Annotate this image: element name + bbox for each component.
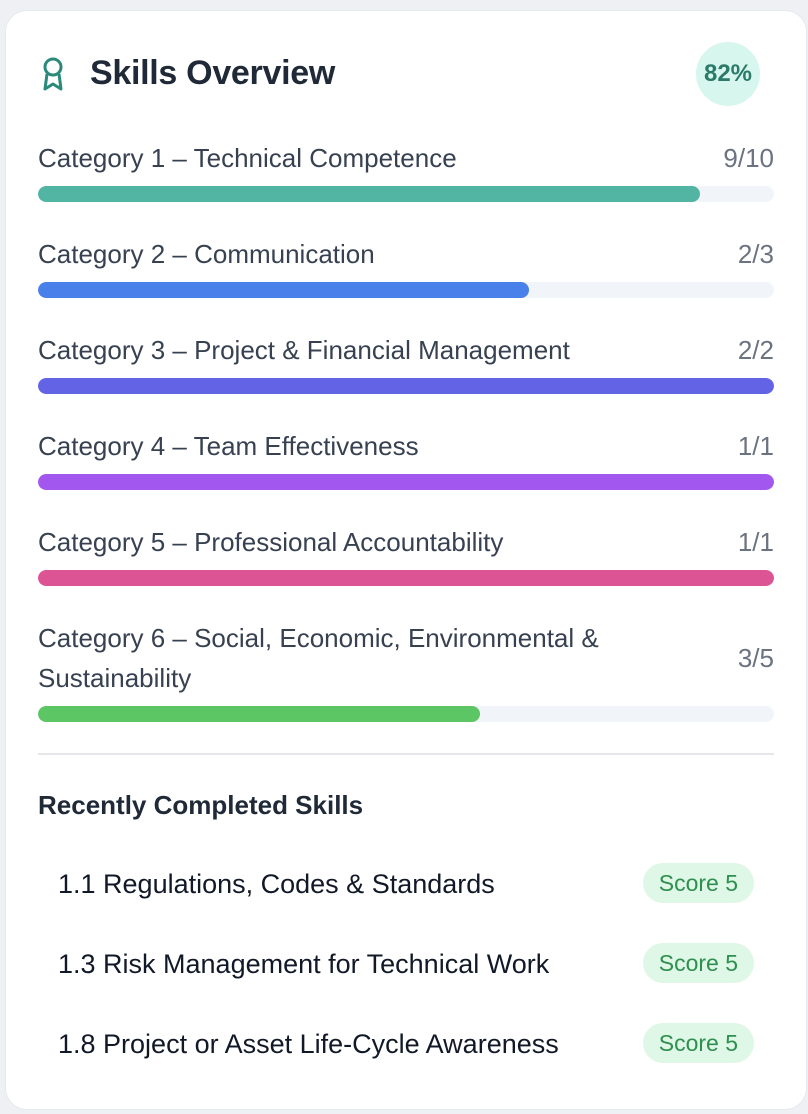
category-progress-fill — [38, 282, 529, 298]
recent-skill-item[interactable]: 1.8 Project or Asset Life-Cycle Awarenes… — [58, 1023, 754, 1065]
category-label: Category 5 – Professional Accountability — [38, 527, 504, 557]
category-progress-fill — [38, 474, 774, 490]
category-progress-bar — [38, 378, 774, 394]
category-row[interactable]: Category 5 – Professional Accountability… — [38, 522, 774, 586]
recent-skill-item[interactable]: 1.3 Risk Management for Technical Work Sc… — [58, 943, 754, 985]
overall-percent-badge: 82% — [696, 42, 760, 106]
recent-skill-label: 1.1 Regulations, Codes & Standards — [58, 869, 495, 899]
category-progress-fill — [38, 378, 774, 394]
section-divider — [38, 753, 774, 755]
card-header: Skills Overview 82% — [38, 42, 760, 108]
category-progress-fill — [38, 186, 701, 202]
category-row[interactable]: Category 3 – Project & Financial Managem… — [38, 330, 774, 394]
category-count: 1/1 — [737, 431, 774, 461]
category-label: Category 3 – Project & Financial Managem… — [38, 335, 570, 365]
category-count: 1/1 — [737, 527, 774, 557]
category-progress-fill — [38, 570, 774, 586]
category-progress-bar — [38, 186, 774, 202]
category-progress-bar — [38, 282, 774, 298]
category-count: 2/3 — [737, 239, 774, 269]
recent-skill-item[interactable]: 1.1 Regulations, Codes & Standards Score … — [58, 863, 754, 905]
category-progress-fill — [38, 706, 480, 722]
category-row[interactable]: Category 4 – Team Effectiveness 1/1 — [38, 426, 774, 490]
category-count: 9/10 — [723, 143, 774, 173]
recent-skill-label: 1.8 Project or Asset Life-Cycle Awarenes… — [58, 1029, 559, 1059]
category-row[interactable]: Category 2 – Communication 2/3 — [38, 234, 774, 298]
category-count: 3/5 — [737, 643, 774, 673]
category-progress-bar — [38, 706, 774, 722]
score-badge: Score 5 — [642, 943, 754, 983]
category-label: Category 6 – Social, Economic, Environme… — [38, 623, 599, 693]
category-row[interactable]: Category 1 – Technical Competence 9/10 — [38, 138, 774, 202]
category-label: Category 1 – Technical Competence — [38, 143, 457, 173]
score-badge: Score 5 — [642, 863, 754, 903]
category-count: 2/2 — [737, 335, 774, 365]
page-title: Skills Overview — [90, 54, 335, 92]
award-ribbon-icon — [43, 57, 63, 91]
recent-skills-heading: Recently Completed Skills — [38, 790, 364, 820]
category-row[interactable]: Category 6 – Social, Economic, Environme… — [38, 618, 774, 722]
score-badge: Score 5 — [642, 1023, 754, 1063]
recent-skill-label: 1.3 Risk Management for Technical Work — [58, 949, 550, 979]
category-progress-bar — [38, 474, 774, 490]
category-label: Category 4 – Team Effectiveness — [38, 431, 419, 461]
category-progress-bar — [38, 570, 774, 586]
category-label: Category 2 – Communication — [38, 239, 375, 269]
